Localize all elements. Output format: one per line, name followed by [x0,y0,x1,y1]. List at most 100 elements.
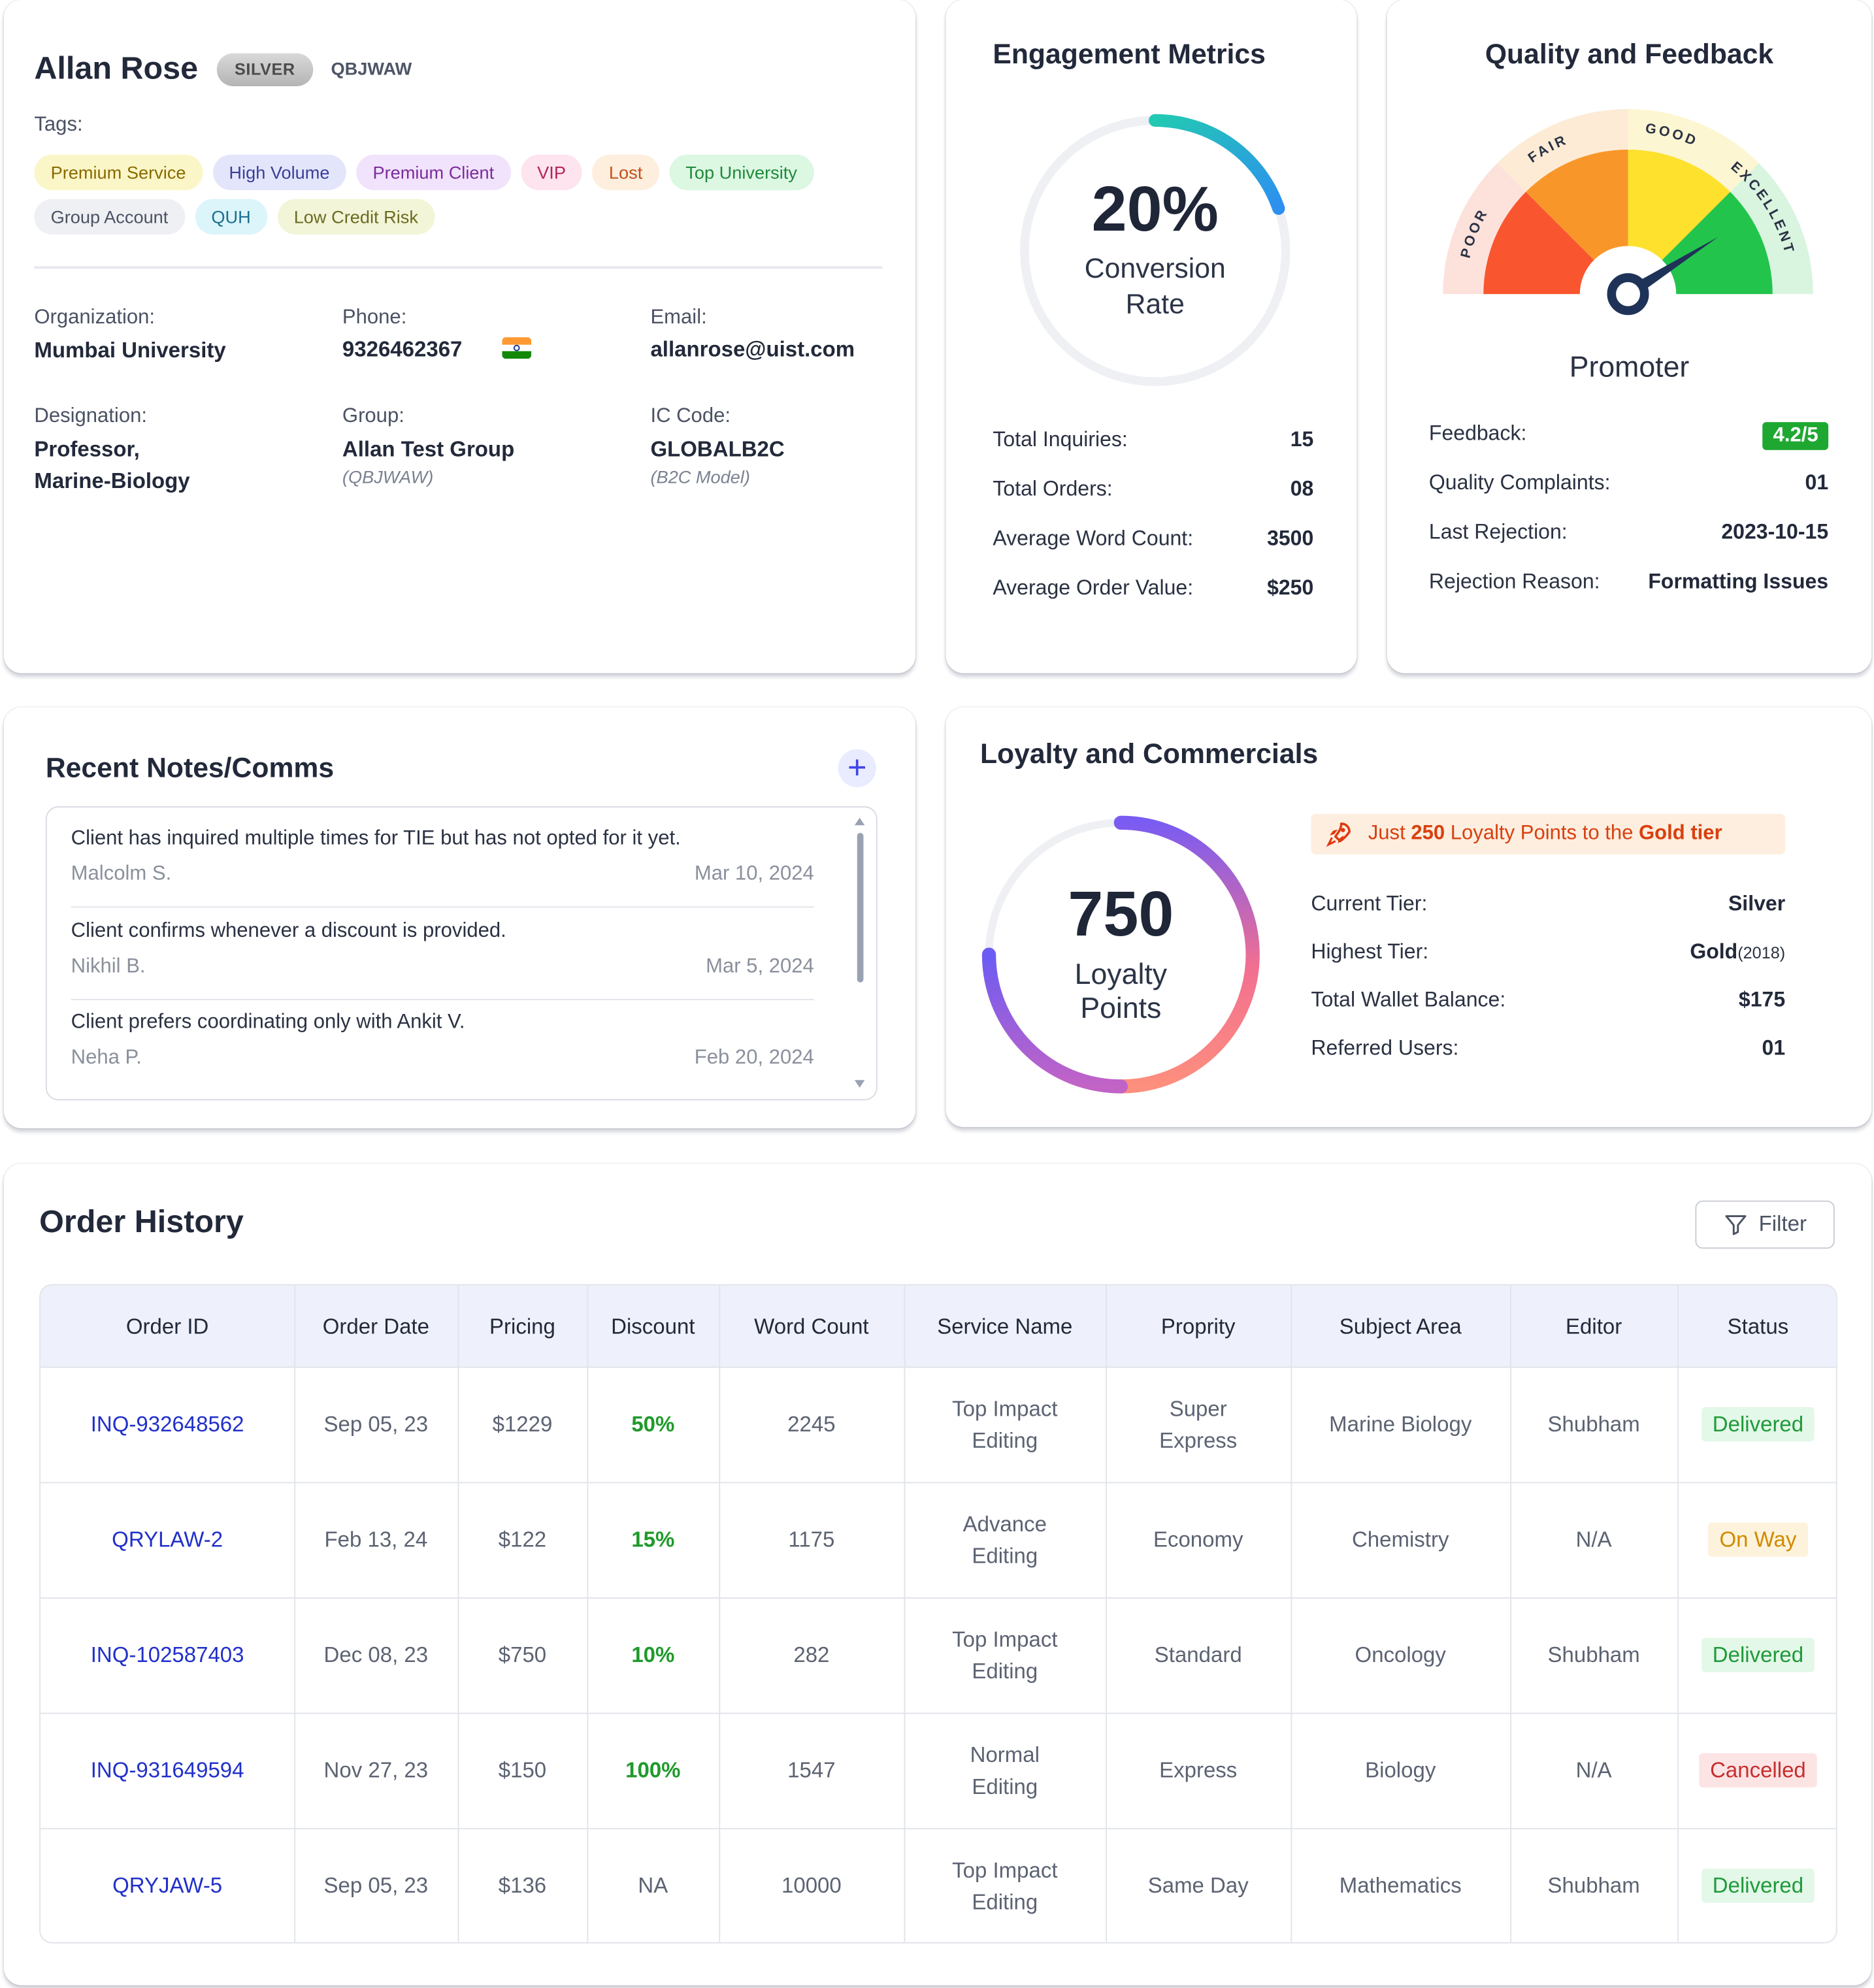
engagement-metric-row: Total Orders: 08 [993,478,1313,502]
column-header[interactable]: Order Date [294,1286,457,1367]
table-cell: $750 [458,1597,587,1713]
notes-scroll-thumb[interactable] [857,832,864,983]
tag-chip[interactable]: Low Credit Risk [277,199,435,235]
note-item[interactable]: Client has inquired multiple times for T… [71,828,814,886]
table-cell: Shubham [1510,1367,1677,1482]
note-item[interactable]: Client prefers coordinating only with An… [71,1011,814,1069]
note-date: Mar 10, 2024 [694,863,814,885]
words-value: 1547 [787,1758,836,1783]
service-line-1: Advance [962,1511,1047,1536]
note-text: Client has inquired multiple times for T… [71,828,681,850]
gauge-pivot [1607,273,1649,316]
column-header[interactable]: Discount [587,1286,719,1367]
order-id-link[interactable]: INQ-102587403 [91,1639,244,1671]
highest-tier-row: Highest Tier: Gold(2018) [1311,941,1785,965]
phone-value[interactable]: 9326462367 [342,333,462,365]
date-value: Sep 05, 23 [323,1412,429,1437]
funnel-icon [1725,1215,1747,1235]
column-header[interactable]: Word Count [719,1286,904,1367]
status-badge: Delivered [1701,1407,1815,1442]
add-note-button[interactable]: + [838,749,876,788]
order-id-link[interactable]: QRYJAW-5 [112,1870,222,1902]
status-badge: Delivered [1701,1638,1815,1672]
complaints-value: 01 [1805,471,1829,495]
table-cell: 2245 [719,1367,904,1482]
order-id-link[interactable]: INQ-932648562 [91,1409,244,1441]
note-divider [71,906,814,908]
table-cell[interactable]: INQ-931649594 [41,1713,294,1829]
tag-chip[interactable]: Lost [592,154,659,191]
note-item[interactable]: Client confirms whenever a discount is p… [71,921,814,979]
column-header[interactable]: Proprity [1106,1286,1290,1367]
tag-chip[interactable]: QUH [195,199,267,235]
order-id-link[interactable]: QRYLAW-2 [112,1524,223,1556]
table-cell: Dec 08, 23 [294,1597,457,1713]
pricing-value: $150 [498,1758,547,1783]
designation-line-1: Professor, [34,437,140,462]
priority-line-1: Super [1169,1396,1227,1421]
loyalty-title: Loyalty and Commercials [979,738,1319,770]
pricing-value: $750 [498,1642,547,1667]
conversion-ring: 20% Conversion Rate [1015,112,1294,391]
notes-scrollbar[interactable] [854,817,865,1094]
tag-chip[interactable]: Premium Service [34,154,203,191]
editor-value: Shubham [1547,1412,1640,1437]
metric-label: Total Orders: [993,478,1113,501]
table-cell[interactable]: QRYJAW-5 [41,1828,294,1942]
notes-title: Recent Notes/Comms [45,751,335,784]
column-header[interactable]: Subject Area [1290,1286,1510,1367]
table-cell: 50% [587,1367,719,1482]
metric-value: 3500 [1267,527,1314,551]
column-header[interactable]: Order ID [41,1286,294,1367]
tag-chip[interactable]: High Volume [212,154,346,191]
last-rejection-label: Last Rejection: [1428,521,1568,544]
date-value: Nov 27, 23 [323,1758,429,1783]
gold-tier-banner: Just 250 Loyalty Points to the Gold tier [1311,813,1786,855]
order-id-link[interactable]: INQ-931649594 [91,1755,244,1787]
priority-line-2: Express [1159,1427,1238,1452]
rocket-icon [1326,823,1351,847]
referred-label: Referred Users: [1311,1037,1459,1060]
table-cell: N/A [1510,1713,1677,1829]
highest-tier-label: Highest Tier: [1311,940,1429,964]
column-header[interactable]: Status [1677,1286,1836,1367]
table-cell: Mathematics [1290,1828,1510,1942]
editor-value: N/A [1575,1527,1612,1552]
quality-title: Quality and Feedback [1485,38,1774,70]
table-cell: 10000 [719,1828,904,1942]
column-header[interactable]: Pricing [458,1286,587,1367]
table-cell: Express [1106,1713,1290,1829]
words-value: 1175 [788,1527,835,1552]
table-cell: 10% [587,1597,719,1713]
table-cell: On Way [1677,1482,1836,1597]
loyalty-card: Loyalty and Commercials 750 Loyalty Poin… [945,707,1872,1128]
column-header[interactable]: Service Name [904,1286,1106,1367]
email-value[interactable]: allanrose@uist.com [650,333,855,365]
table-cell[interactable]: INQ-932648562 [41,1367,294,1482]
notes-card: Recent Notes/Comms + Client has inquired… [3,707,916,1129]
discount-value: 15% [631,1527,675,1552]
organization-label: Organization: [34,306,156,329]
pricing-value: $122 [498,1527,547,1552]
group-value: Allan Test Group [342,437,515,462]
table-cell: Top Impact Editing [904,1367,1106,1482]
note-author: Malcolm S. [71,863,172,885]
notes-list[interactable]: Client has inquired multiple times for T… [45,806,878,1101]
column-header[interactable]: Editor [1510,1286,1677,1367]
note-author: Neha P. [71,1047,142,1069]
table-cell[interactable]: INQ-102587403 [41,1597,294,1713]
tag-chip[interactable]: Premium Client [356,154,511,191]
tag-chip[interactable]: Group Account [34,199,185,235]
banner-tier: Gold tier [1639,823,1722,845]
status-badge: Delivered [1701,1868,1815,1903]
subject-value: Marine Biology [1329,1412,1472,1437]
tag-chip[interactable]: VIP [520,154,583,191]
conversion-value: 20% [1091,173,1219,245]
table-cell: Nov 27, 23 [294,1713,457,1829]
date-value: Sep 05, 23 [323,1873,429,1898]
table-cell: Feb 13, 24 [294,1482,457,1597]
table-cell[interactable]: QRYLAW-2 [41,1482,294,1597]
rejection-reason-label: Rejection Reason: [1428,570,1600,594]
tag-chip[interactable]: Top University [669,154,814,191]
filter-button[interactable]: Filter [1695,1200,1835,1249]
